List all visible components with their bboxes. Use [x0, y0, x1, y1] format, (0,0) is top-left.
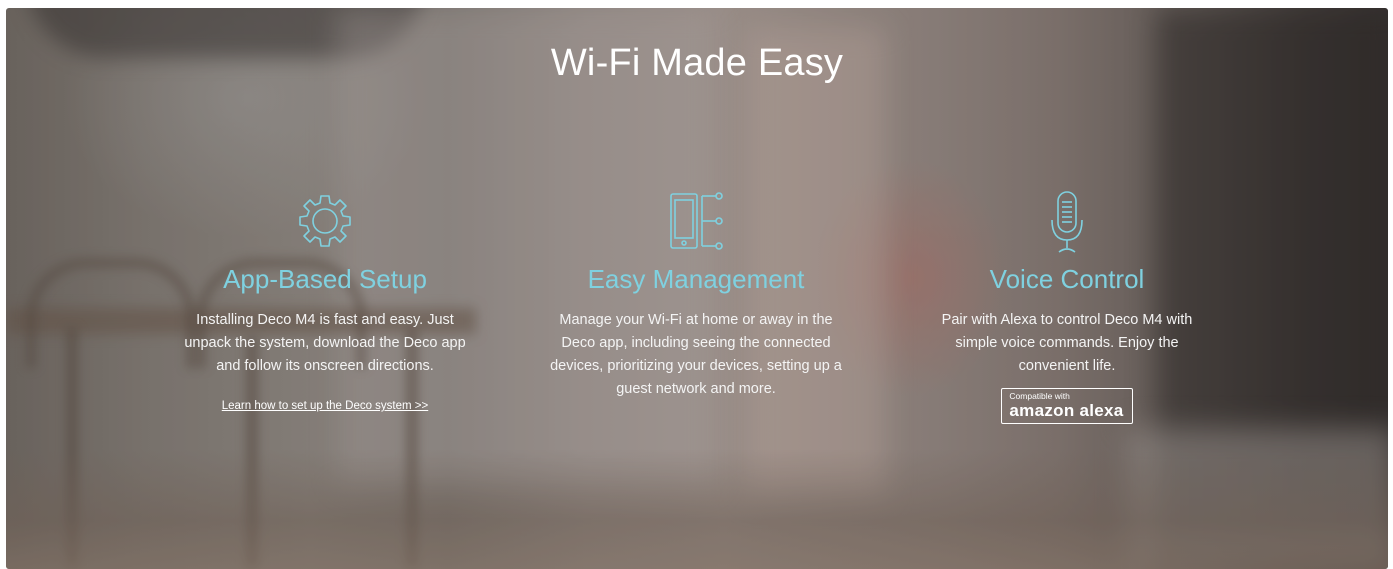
amazon-alexa-badge: Compatible with amazon alexa [1001, 388, 1133, 424]
alexa-badge-large-text: amazon alexa [1009, 401, 1124, 420]
phone-network-icon [670, 192, 723, 250]
learn-setup-link[interactable]: Learn how to set up the Deco system >> [222, 400, 428, 412]
wifi-made-easy-section: Wi-Fi Made Easy App-Based Setup Installi… [6, 8, 1388, 569]
feature-easy-management: Easy Management Manage your Wi-Fi at hom… [526, 188, 866, 401]
feature-description: Installing Deco M4 is fast and easy. Jus… [184, 312, 466, 374]
microphone-icon [1051, 191, 1083, 253]
feature-description: Manage your Wi-Fi at home or away in the… [550, 312, 842, 397]
feature-title: App-Based Setup [223, 264, 427, 294]
feature-app-based-setup: App-Based Setup Installing Deco M4 is fa… [155, 188, 495, 414]
feature-title: Voice Control [989, 264, 1145, 294]
alexa-badge-small-text: Compatible with [1009, 391, 1070, 401]
feature-description: Pair with Alexa to control Deco M4 with … [941, 312, 1193, 374]
section-title: Wi-Fi Made Easy [550, 42, 844, 84]
gear-icon [299, 195, 351, 247]
feature-voice-control: Voice Control Pair with Alexa to control… [897, 188, 1237, 424]
feature-title: Easy Management [587, 264, 805, 294]
